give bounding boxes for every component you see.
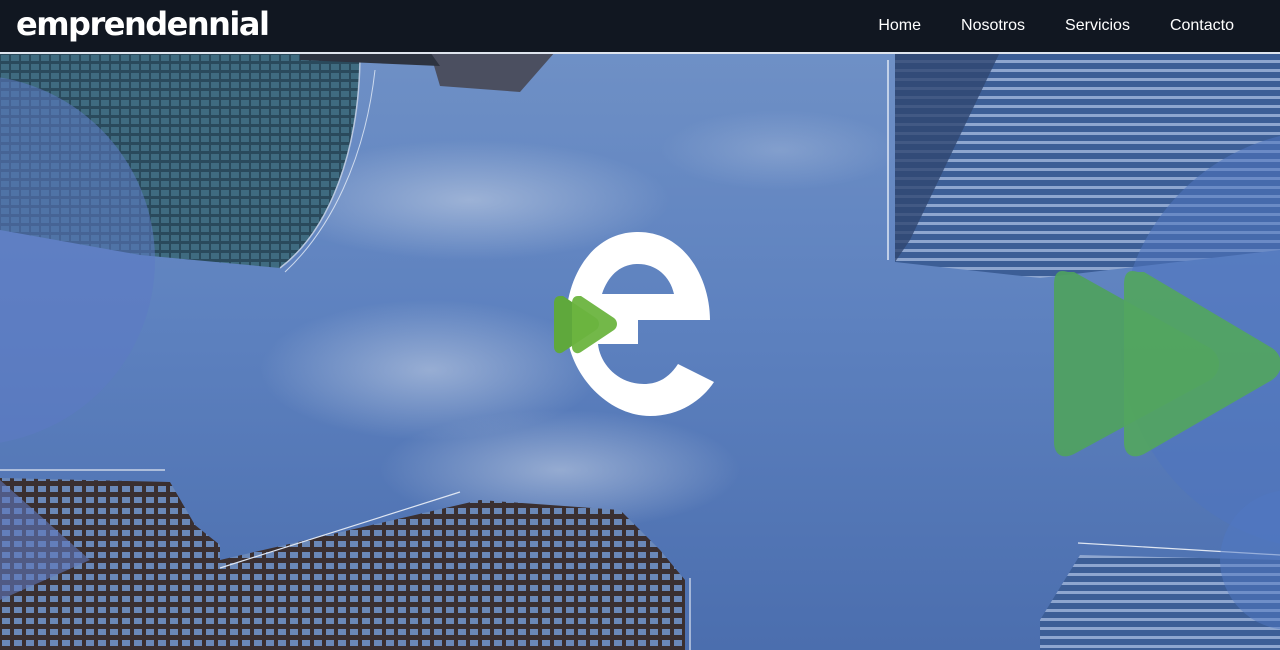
double-play-arrow-icon	[1054, 270, 1280, 457]
nav-link-nosotros[interactable]: Nosotros	[961, 17, 1025, 35]
emprendennial-e-logo-icon	[554, 232, 714, 416]
page: emprendennial Home Nosotros Servicios Co…	[0, 0, 1280, 650]
nav-link-contacto[interactable]: Contacto	[1170, 17, 1234, 35]
main-nav: Home Nosotros Servicios Contacto	[878, 0, 1234, 52]
nav-link-home[interactable]: Home	[878, 17, 921, 35]
top-navbar: emprendennial Home Nosotros Servicios Co…	[0, 0, 1280, 54]
nav-link-servicios[interactable]: Servicios	[1065, 17, 1130, 35]
site-logo[interactable]: emprendennial	[16, 3, 270, 45]
